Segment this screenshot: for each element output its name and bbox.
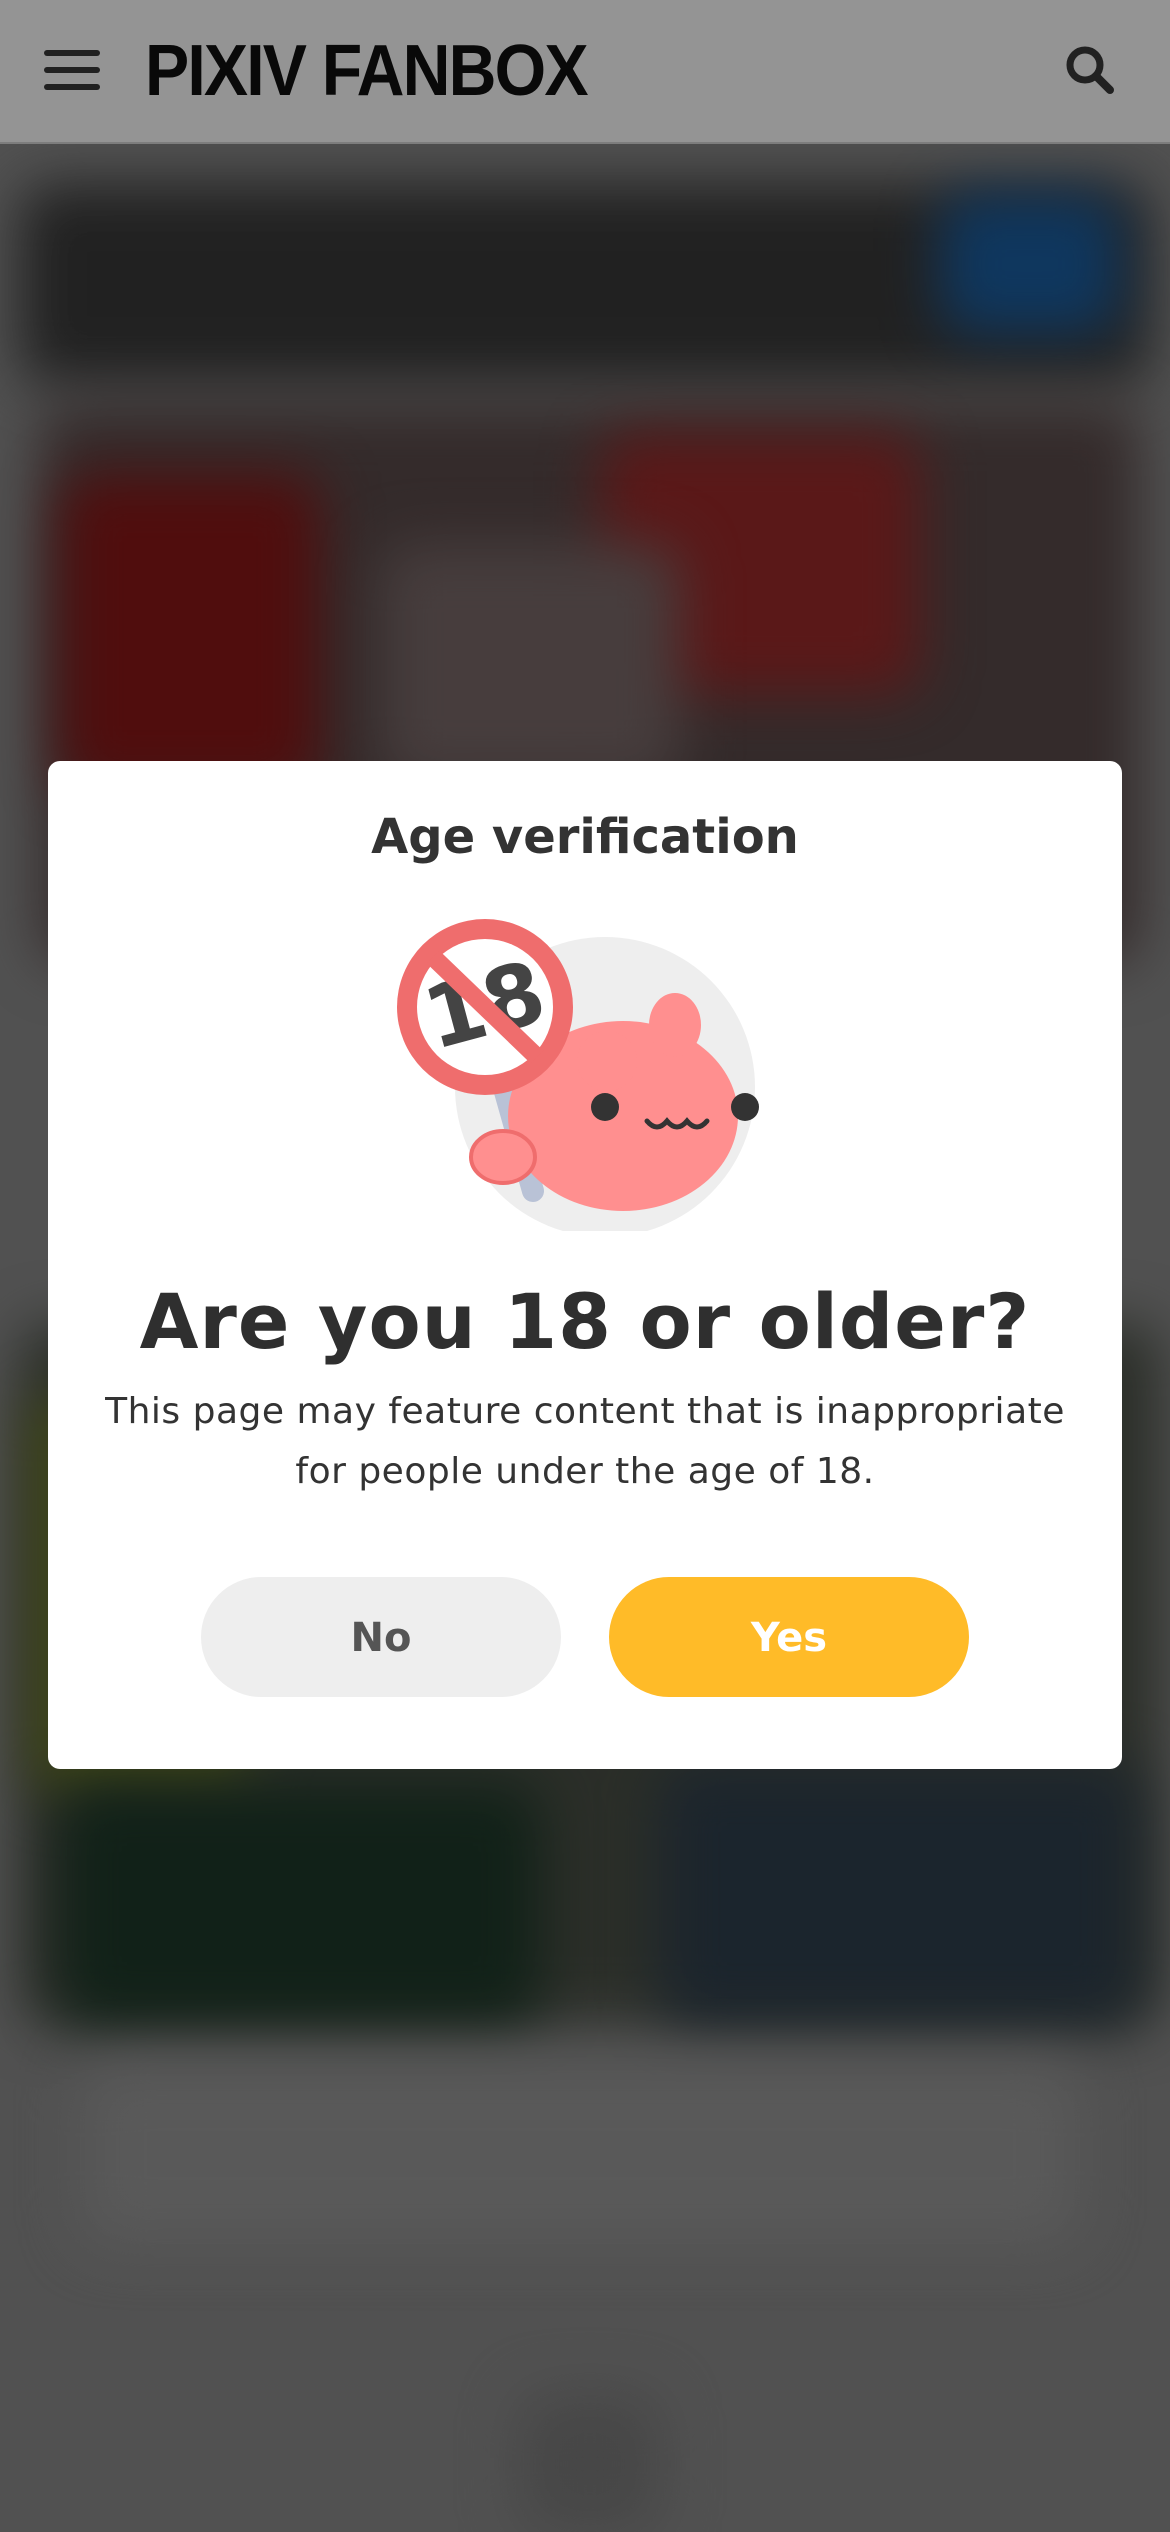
no-button[interactable]: No [201,1577,561,1697]
age-question-heading: Are you 18 or older? [139,1277,1031,1366]
yes-button[interactable]: Yes [609,1577,969,1697]
age-restriction-18-mascot-icon: 18 [385,911,765,1237]
age-warning-text: This page may feature content that is in… [105,1391,1065,1492]
age-verification-dialog: Age verification 18 Are you 18 or older?… [48,761,1122,1769]
dialog-title: Age verification [371,809,799,865]
